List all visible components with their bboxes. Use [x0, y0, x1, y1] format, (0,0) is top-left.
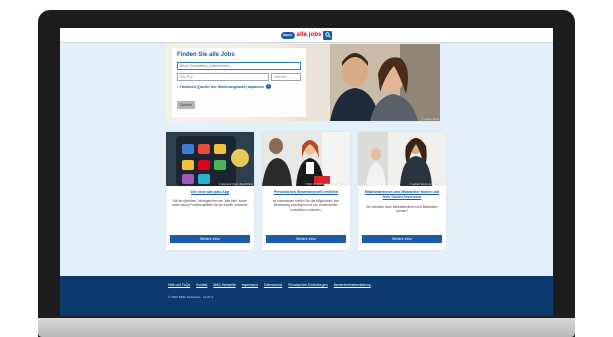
card-profile: © Bild: IH adobe.com/Frank Rotkmann Pers…	[262, 132, 350, 250]
site-header: BMAS alle.jobs	[60, 28, 553, 43]
location-row: Umkreis	[177, 73, 301, 81]
copyright: © 2023 BMG Datenamt · v1.27.4	[168, 295, 214, 299]
footer-link-accessibility[interactable]: Barrierefreiheitserklärung	[334, 283, 371, 287]
footer-link-imprint[interactable]: Impressum	[242, 283, 258, 287]
card-employers: © adobe Stock.com/Kaufmann Mitarbeiterin…	[358, 132, 446, 250]
search-icon[interactable]	[323, 30, 333, 40]
footer-link-help[interactable]: Hilfe und FAQs	[168, 283, 190, 287]
card-app-title[interactable]: Die neue alle.jobs App	[169, 190, 251, 195]
footer-link-website[interactable]: BMG-Webseite	[213, 283, 235, 287]
info-icon[interactable]: i	[266, 84, 272, 89]
keyword-input[interactable]	[177, 62, 301, 70]
footer-links: Hilfe und FAQs Kontakt BMG-Webseite Impr…	[168, 283, 371, 287]
footer-link-privacy[interactable]: Datenschutz	[264, 283, 282, 287]
footer-link-privacy-settings[interactable]: Privatsphäre-Einstellungen	[288, 283, 327, 287]
monitor-mockup: BMAS alle.jobs © Adobe Stock Finden Sie …	[0, 0, 613, 337]
feature-cards: © Alexandr Kraft, iStockPhoto Die neue a…	[166, 132, 446, 267]
site-logo[interactable]: BMAS alle.jobs	[280, 30, 333, 40]
card-profile-text: Im kostenlosen Heben Sie die Möglichkeit…	[272, 199, 340, 212]
magnifier-glyph	[325, 32, 331, 38]
hero-photo	[300, 44, 440, 121]
monitor-chin	[38, 318, 575, 337]
location-input[interactable]	[177, 73, 269, 81]
card-app-credit: © Alexandr Kraft, iStockPhoto	[218, 183, 253, 186]
card-app-button[interactable]: Weitere Infos	[170, 235, 250, 243]
logo-text: alle.jobs	[296, 32, 322, 38]
card-employers-title[interactable]: Mitarbeiterinnen und Mitarbeiter finden …	[361, 190, 443, 199]
site-footer: Hilfe und FAQs Kontakt BMG-Webseite Impr…	[60, 276, 553, 316]
footer-link-contact[interactable]: Kontakt	[196, 283, 207, 287]
card-profile-image: © Bild: IH adobe.com/Frank Rotkmann	[262, 132, 350, 186]
hero-photo-credit: © Adobe Stock	[421, 118, 439, 121]
card-app: © Alexandr Kraft, iStockPhoto Die neue a…	[166, 132, 254, 250]
card-profile-credit: © Bild: IH adobe.com/Frank Rotkmann	[304, 183, 349, 186]
card-employers-button[interactable]: Weitere Infos	[362, 235, 442, 243]
search-button[interactable]: Suchen	[177, 101, 195, 109]
hero-banner: © Adobe Stock Finden Sie alle Jobs Umkre…	[166, 44, 440, 121]
office-team-photo	[358, 132, 446, 186]
smartphone-apps-photo	[166, 132, 254, 186]
card-profile-title[interactable]: Persönliches Bewerberprofil erstellen	[265, 190, 347, 195]
card-employers-credit: © adobe Stock.com/Kaufmann	[409, 183, 445, 186]
interview-photo	[262, 132, 350, 186]
search-hint[interactable]: › Hartsuch (Quelle: der Stellenangebote)…	[177, 84, 301, 89]
browser-viewport: BMAS alle.jobs © Adobe Stock Finden Sie …	[60, 28, 553, 316]
card-app-image: © Alexandr Kraft, iStockPhoto	[166, 132, 254, 186]
card-app-text: Mit den gleichen Jobangeboten wie "alle …	[171, 199, 249, 208]
job-search-form: Finden Sie alle Jobs Umkreis › Hartsuch …	[172, 48, 306, 117]
logo-badge: BMAS	[280, 31, 295, 39]
hero-title: Finden Sie alle Jobs	[177, 52, 235, 58]
card-profile-button[interactable]: Weitere Infos	[266, 235, 346, 243]
chevron-right-icon: ›	[177, 84, 179, 89]
radius-select[interactable]: Umkreis	[271, 73, 301, 81]
hint-text: Hartsuch (Quelle: der Stellenangebote) a…	[180, 84, 265, 89]
card-employers-image: © adobe Stock.com/Kaufmann	[358, 132, 446, 186]
card-employers-text: Sie möchten neue Mitarbeiterinnen und Mi…	[366, 205, 438, 214]
